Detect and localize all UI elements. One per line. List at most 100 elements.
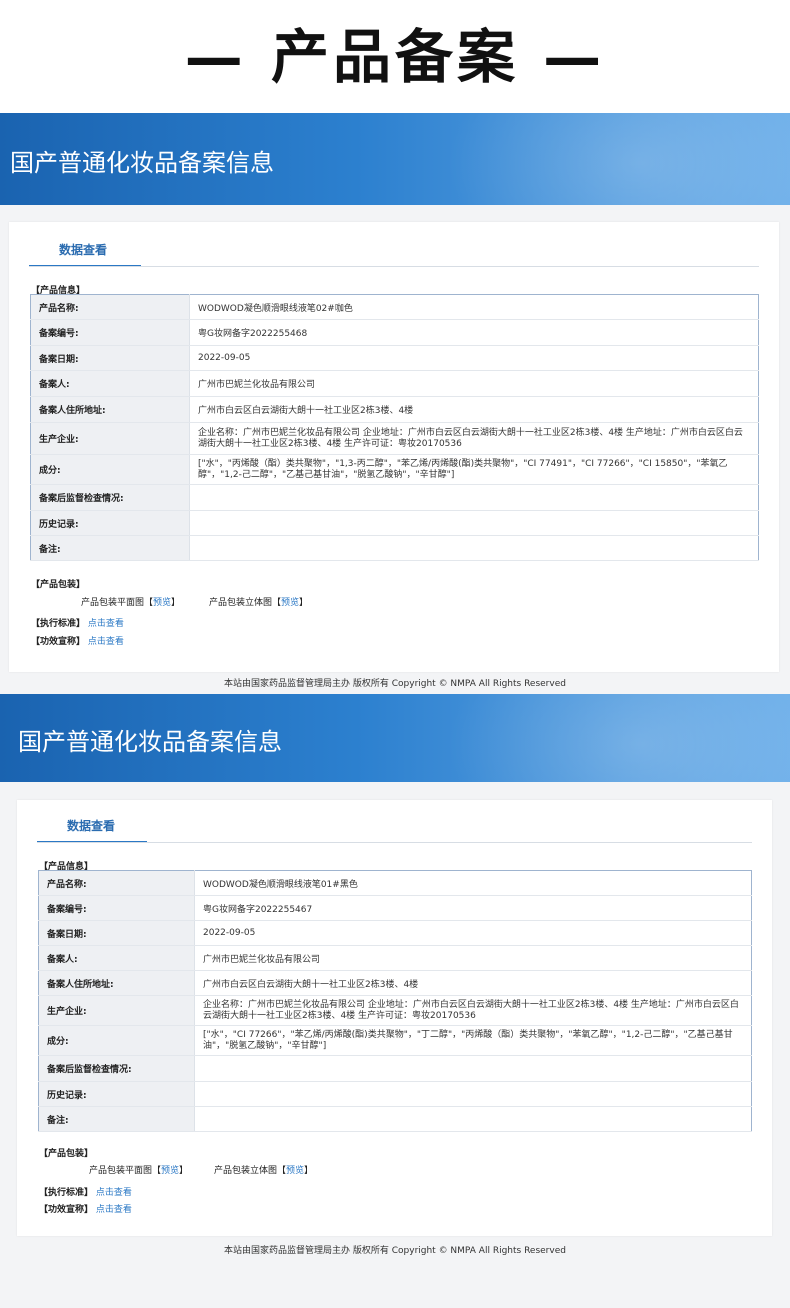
standard-link[interactable]: 点击查看 xyxy=(88,619,124,629)
record-date-value: 2022-09-05 xyxy=(189,345,759,371)
table-row: 备案人住所地址: 广州市白云区白云湖街大朗十一社工业区2栋3楼、4楼 xyxy=(38,970,752,996)
packaging-heading: 【产品包装】 xyxy=(31,580,86,590)
packaging-3d-label: 产品包装立体图 xyxy=(209,598,273,608)
preview-3d-link[interactable]: 预览 xyxy=(286,1166,304,1176)
table-row: 备案日期: 2022-09-05 xyxy=(30,345,759,371)
table-row: 成分: ["水"，"CI 77266"，"苯乙烯/丙烯酸(酯)类共聚物"，"丁二… xyxy=(38,1025,752,1056)
table-row: 备案人: 广州市巴妮兰化妆品有限公司 xyxy=(38,945,752,971)
efficacy-row: 【功效宣称】 点击查看 xyxy=(39,1202,132,1215)
field-label: 备案人: xyxy=(30,370,190,397)
bracket: 【 xyxy=(272,598,282,608)
packaging-flat-label: 产品包装平面图 xyxy=(89,1166,153,1176)
field-label: 历史记录: xyxy=(30,510,190,536)
efficacy-heading: 【功效宣称】 xyxy=(39,1205,94,1215)
table-row: 产品名称: WODWOD凝色顺滑眼线液笔02#咖色 xyxy=(30,294,759,320)
preview-flat-link[interactable]: 预览 xyxy=(161,1166,179,1176)
product-info-table: 产品名称: WODWOD凝色顺滑眼线液笔01#黑色 备案编号: 粤G妆网备字20… xyxy=(38,870,752,1132)
record-date-value: 2022-09-05 xyxy=(194,920,752,946)
product-name-value: WODWOD凝色顺滑眼线液笔02#咖色 xyxy=(189,294,759,320)
packaging-3d-row: 产品包装立体图【预览】 xyxy=(209,595,308,608)
table-row: 备注: xyxy=(38,1106,752,1132)
field-label: 备注: xyxy=(30,535,190,561)
bracket: 】 xyxy=(171,598,181,608)
bracket: 】 xyxy=(299,598,309,608)
bracket: 【 xyxy=(152,1166,162,1176)
bracket: 【 xyxy=(144,598,154,608)
table-row: 备注: xyxy=(30,535,759,561)
table-row: 生产企业: 企业名称：广州市巴妮兰化妆品有限公司 企业地址：广州市白云区白云湖街… xyxy=(38,995,752,1026)
standard-row: 【执行标准】 点击查看 xyxy=(39,1185,132,1198)
efficacy-row: 【功效宣称】 点击查看 xyxy=(31,634,124,647)
table-row: 备案人住所地址: 广州市白云区白云湖街大朗十一社工业区2栋3楼、4楼 xyxy=(30,396,759,423)
field-label: 备案编号: xyxy=(38,895,195,921)
packaging-heading: 【产品包装】 xyxy=(39,1149,94,1159)
tab-divider xyxy=(37,842,752,843)
table-row: 成分: ["水"，"丙烯酸（酯）类共聚物"，"1,3-丙二醇"，"苯乙烯/丙烯酸… xyxy=(30,454,759,485)
bracket: 】 xyxy=(304,1166,314,1176)
record-no-value: 粤G妆网备字2022255468 xyxy=(189,319,759,346)
record-2-card: 数据查看 【产品信息】 产品名称: WODWOD凝色顺滑眼线液笔01#黑色 备案… xyxy=(17,800,772,1236)
standard-row: 【执行标准】 点击查看 xyxy=(31,616,124,629)
packaging-flat-row: 产品包装平面图【预览】 xyxy=(89,1163,188,1176)
product-name-value: WODWOD凝色顺滑眼线液笔01#黑色 xyxy=(194,870,752,896)
field-label: 成分: xyxy=(38,1025,195,1056)
record-1-card: 数据查看 【产品信息】 产品名称: WODWOD凝色顺滑眼线液笔02#咖色 备案… xyxy=(9,222,779,672)
efficacy-heading: 【功效宣称】 xyxy=(31,637,86,647)
table-row: 备案编号: 粤G妆网备字2022255468 xyxy=(30,319,759,346)
field-label: 生产企业: xyxy=(38,995,195,1026)
post-supervision-value xyxy=(189,484,759,511)
field-label: 历史记录: xyxy=(38,1081,195,1107)
tab-data-view[interactable]: 数据查看 xyxy=(67,817,115,834)
hero-title: — 产品备案 — xyxy=(184,22,606,91)
tab-data-view[interactable]: 数据查看 xyxy=(59,241,107,258)
preview-flat-link[interactable]: 预览 xyxy=(153,598,171,608)
post-supervision-value xyxy=(194,1055,752,1082)
table-row: 历史记录: xyxy=(30,510,759,536)
product-info-table: 产品名称: WODWOD凝色顺滑眼线液笔02#咖色 备案编号: 粤G妆网备字20… xyxy=(30,294,759,561)
registrant-address-value: 广州市白云区白云湖街大朗十一社工业区2栋3楼、4楼 xyxy=(194,970,752,996)
history-value xyxy=(189,510,759,536)
field-label: 产品名称: xyxy=(30,294,190,320)
field-label: 备案日期: xyxy=(38,920,195,946)
field-label: 生产企业: xyxy=(30,422,190,455)
field-label: 备注: xyxy=(38,1106,195,1132)
bracket: 【 xyxy=(277,1166,287,1176)
table-row: 历史记录: xyxy=(38,1081,752,1107)
manufacturer-value: 企业名称：广州市巴妮兰化妆品有限公司 企业地址：广州市白云区白云湖街大朗十一社工… xyxy=(194,995,752,1026)
table-row: 备案日期: 2022-09-05 xyxy=(38,920,752,946)
field-label: 成分: xyxy=(30,454,190,485)
field-label: 备案编号: xyxy=(30,319,190,346)
field-label: 产品名称: xyxy=(38,870,195,896)
packaging-flat-row: 产品包装平面图【预览】 xyxy=(81,595,180,608)
table-row: 备案后监督检查情况: xyxy=(38,1055,752,1082)
ingredients-value: ["水"，"丙烯酸（酯）类共聚物"，"1,3-丙二醇"，"苯乙烯/丙烯酸(酯)类… xyxy=(189,454,759,485)
standard-link[interactable]: 点击查看 xyxy=(96,1188,132,1198)
banner-title: 国产普通化妆品备案信息 xyxy=(10,149,274,177)
table-row: 备案编号: 粤G妆网备字2022255467 xyxy=(38,895,752,921)
registrant-value: 广州市巴妮兰化妆品有限公司 xyxy=(189,370,759,397)
ingredients-value: ["水"，"CI 77266"，"苯乙烯/丙烯酸(酯)类共聚物"，"丁二醇"，"… xyxy=(194,1025,752,1056)
standard-heading: 【执行标准】 xyxy=(39,1188,94,1198)
history-value xyxy=(194,1081,752,1107)
remarks-value xyxy=(189,535,759,561)
footer-copyright: 本站由国家药品监督管理局主办 版权所有 Copyright © NMPA All… xyxy=(224,679,566,689)
banner-title: 国产普通化妆品备案信息 xyxy=(18,728,282,756)
standard-heading: 【执行标准】 xyxy=(31,619,86,629)
tab-divider xyxy=(29,266,759,267)
remarks-value xyxy=(194,1106,752,1132)
efficacy-link[interactable]: 点击查看 xyxy=(96,1205,132,1215)
preview-3d-link[interactable]: 预览 xyxy=(281,598,299,608)
record-1-banner: 国产普通化妆品备案信息 xyxy=(0,113,790,205)
field-label: 备案人住所地址: xyxy=(38,970,195,996)
record-no-value: 粤G妆网备字2022255467 xyxy=(194,895,752,921)
packaging-3d-label: 产品包装立体图 xyxy=(214,1166,278,1176)
field-label: 备案日期: xyxy=(30,345,190,371)
table-row: 生产企业: 企业名称：广州市巴妮兰化妆品有限公司 企业地址：广州市白云区白云湖街… xyxy=(30,422,759,455)
field-label: 备案后监督检查情况: xyxy=(38,1055,195,1082)
page-hero: — 产品备案 — xyxy=(0,0,790,113)
record-2-banner: 国产普通化妆品备案信息 xyxy=(0,694,790,782)
efficacy-link[interactable]: 点击查看 xyxy=(88,637,124,647)
field-label: 备案人住所地址: xyxy=(30,396,190,423)
bracket: 】 xyxy=(179,1166,189,1176)
registrant-address-value: 广州市白云区白云湖街大朗十一社工业区2栋3楼、4楼 xyxy=(189,396,759,423)
